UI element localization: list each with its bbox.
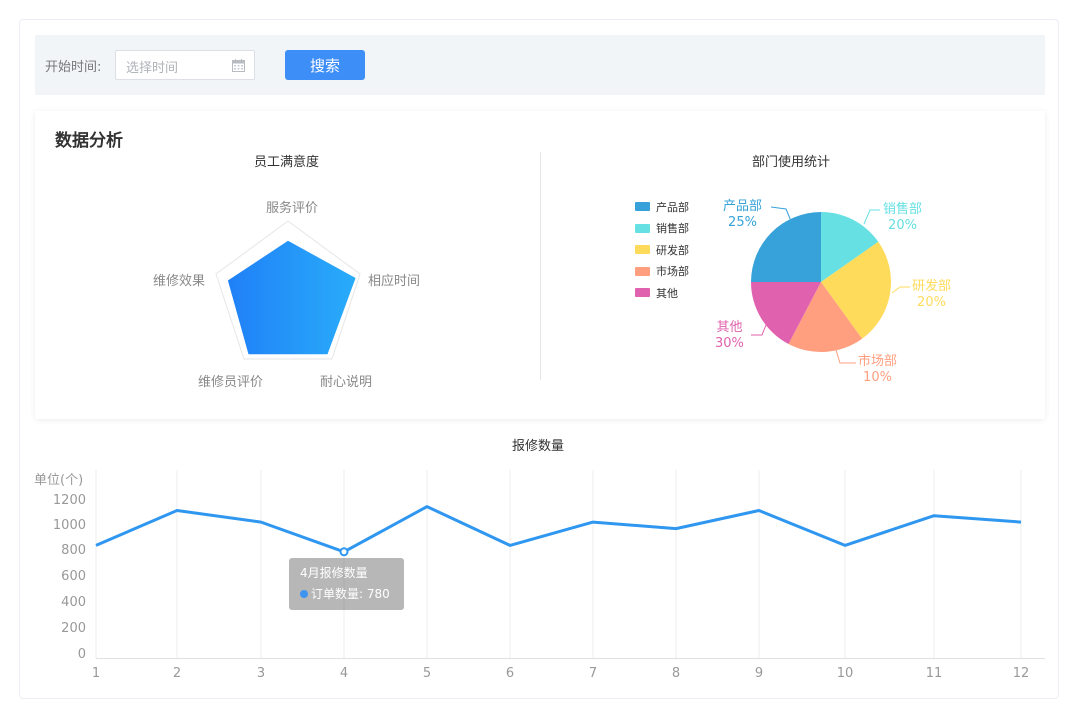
x-tick-label: 5 [422, 666, 432, 681]
x-tick-label: 8 [671, 666, 681, 681]
x-tick-label: 11 [925, 666, 943, 681]
line-tooltip: 4月报修数量 订单数量: 780 [289, 558, 404, 610]
x-tick-label: 2 [172, 666, 182, 681]
tooltip-dot [300, 589, 308, 598]
tooltip-row: 订单数量: 780 [300, 585, 390, 602]
x-tick-label: 10 [836, 666, 854, 681]
x-tick-label: 4 [339, 666, 349, 681]
tooltip-value: 订单数量: 780 [311, 587, 390, 601]
x-tick-label: 1 [91, 666, 101, 681]
x-tick-label: 12 [1012, 666, 1030, 681]
line-point-marker[interactable] [339, 547, 349, 557]
line-series [95, 505, 1022, 554]
x-tick-label: 9 [754, 666, 764, 681]
x-tick-label: 3 [256, 666, 266, 681]
x-tick-label: 7 [588, 666, 598, 681]
tooltip-title: 4月报修数量 [300, 566, 368, 580]
x-tick-label: 6 [505, 666, 515, 681]
line-chart [95, 470, 1045, 659]
